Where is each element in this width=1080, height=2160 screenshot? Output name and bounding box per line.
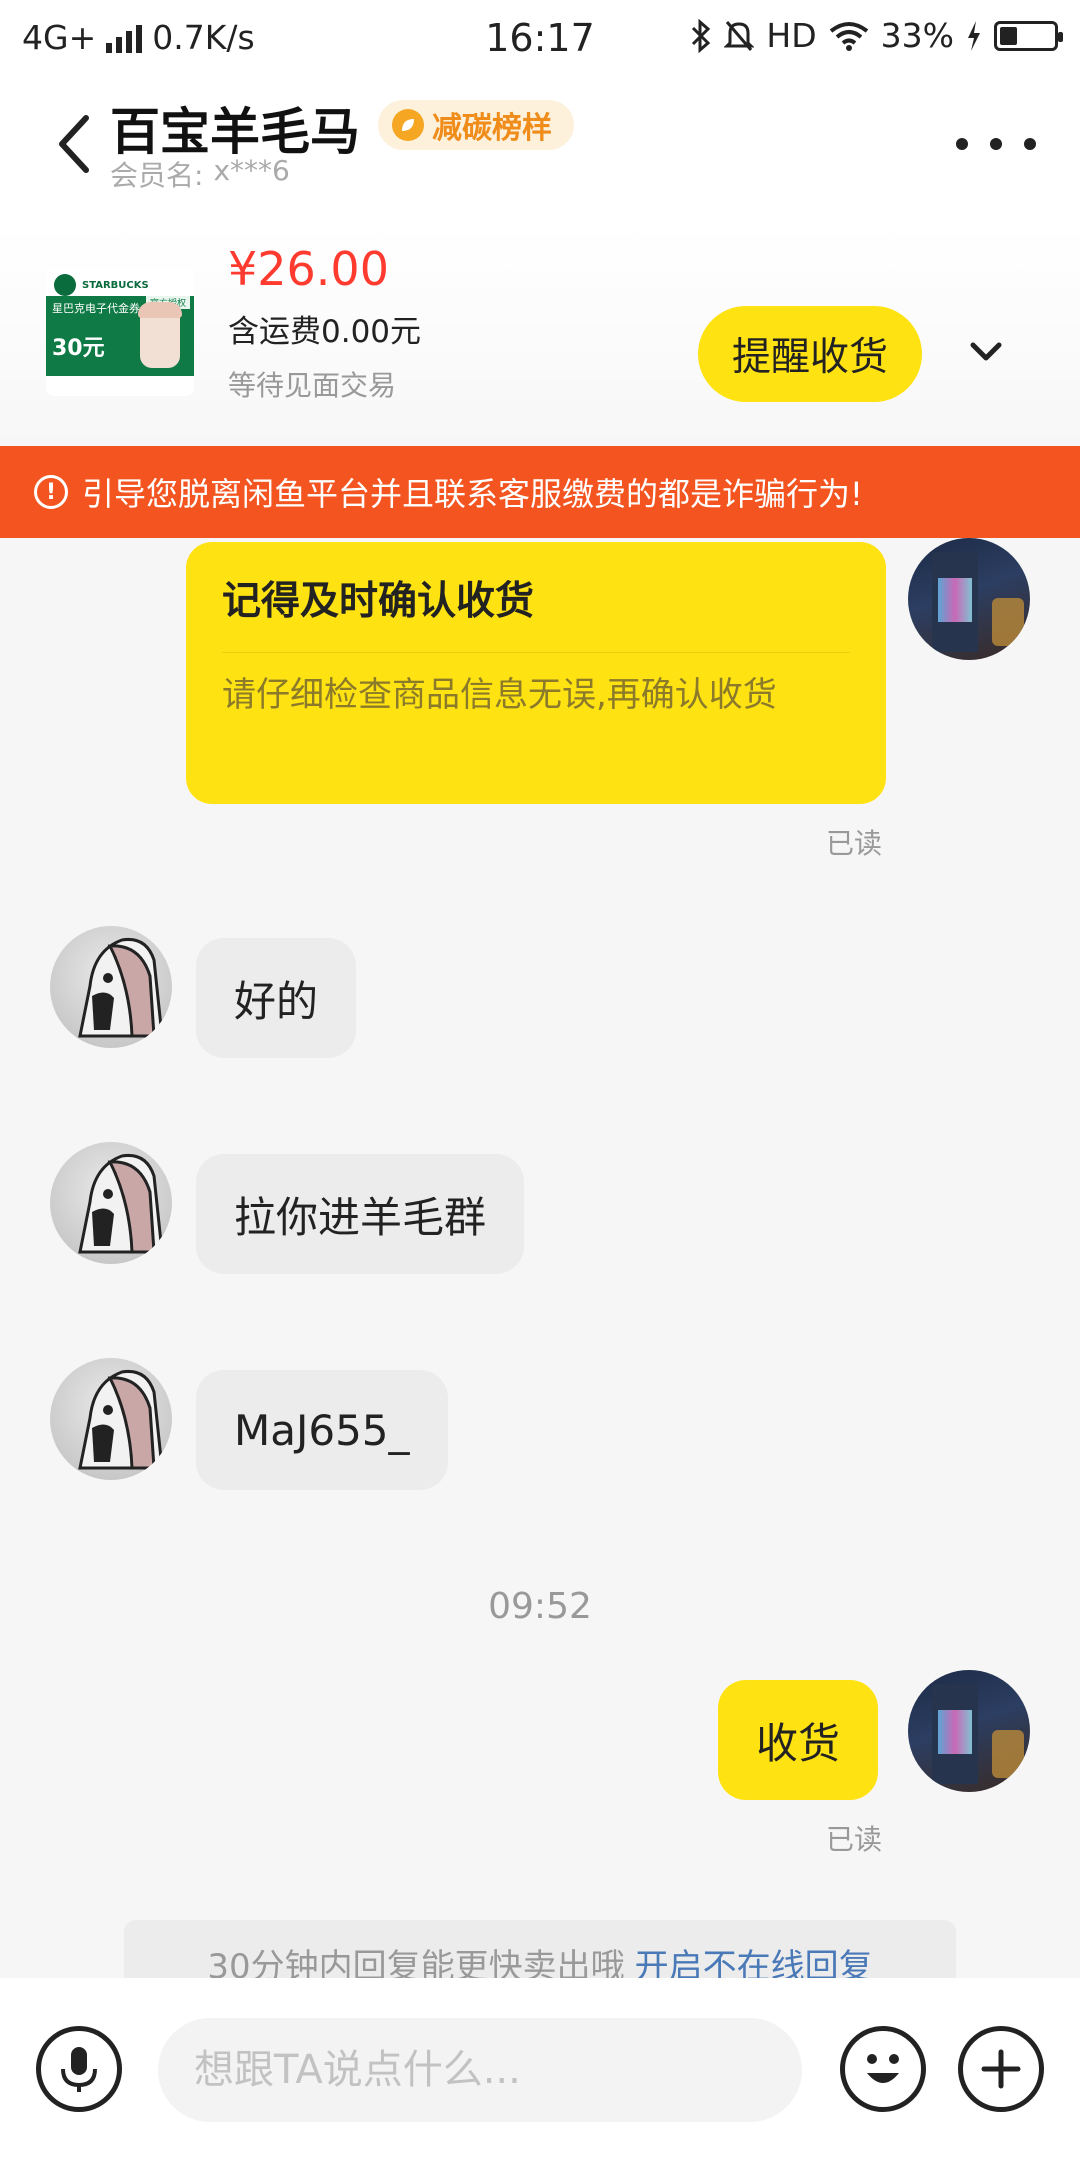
plus-icon — [981, 2049, 1021, 2089]
voucher-graphic: 官方授权 星巴克电子代金券 30元 — [46, 296, 194, 376]
auto-reply-link[interactable]: 开启不在线回复 — [635, 1939, 873, 1979]
thumb-label: 星巴克电子代金券 — [52, 302, 140, 315]
shipping-fee: 含运费0.00元 — [228, 314, 422, 350]
horse-avatar-icon — [78, 1369, 164, 1470]
hd-indicator: HD — [766, 16, 817, 55]
microphone-icon — [61, 2047, 97, 2092]
message-input[interactable] — [158, 2018, 802, 2122]
thumb-brand: STARBUCKS — [82, 279, 149, 291]
alert-icon: ! — [34, 475, 68, 509]
battery-percent: 33% — [880, 16, 954, 55]
more-options-button[interactable] — [956, 124, 1036, 164]
reply-hint-bar: 30分钟内回复能更快卖出哦 开启不在线回复 — [124, 1920, 956, 1978]
trade-status: 等待见面交易 — [228, 369, 397, 402]
message-bubble[interactable]: 拉你进羊毛群 — [196, 1154, 525, 1274]
message-bubble[interactable]: 收货 — [718, 1680, 879, 1800]
card-divider — [222, 652, 850, 653]
member-label: 会员名: — [110, 159, 204, 192]
thumb-value: 30元 — [52, 336, 105, 361]
fraud-warning-banner: ! 引导您脱离闲鱼平台并且联系客服缴费的都是诈骗行为! — [0, 446, 1080, 538]
back-button[interactable] — [44, 104, 104, 184]
mute-bell-icon — [724, 20, 755, 51]
input-bar — [0, 1978, 1080, 2160]
more-dots-icon — [956, 138, 968, 150]
seller-avatar[interactable] — [50, 1358, 172, 1480]
member-id: x***6 — [213, 154, 290, 187]
leaf-icon — [392, 109, 424, 141]
my-avatar[interactable] — [908, 538, 1030, 660]
warning-text: 引导您脱离闲鱼平台并且联系客服缴费的都是诈骗行为! — [82, 475, 863, 513]
member-info: 会员名: x***6 — [110, 154, 290, 194]
my-avatar[interactable] — [908, 1670, 1030, 1792]
remind-receipt-button[interactable]: 提醒收货 — [698, 306, 922, 402]
horse-avatar-icon — [78, 937, 164, 1038]
read-receipt: 已读 — [826, 827, 883, 860]
chevron-down-icon — [970, 342, 1002, 361]
message-bubble[interactable]: 好的 — [196, 938, 357, 1058]
card-body: 请仔细检查商品信息无误,再确认收货 — [222, 675, 777, 715]
emoji-button[interactable] — [840, 2026, 926, 2112]
confirm-receipt-card[interactable]: 记得及时确认收货 请仔细检查商品信息无误,再确认收货 — [186, 542, 886, 804]
back-arrow-icon — [59, 115, 89, 173]
message-bubble[interactable]: MaJ655_ — [196, 1370, 448, 1490]
expand-button[interactable] — [954, 320, 1018, 384]
charging-icon — [968, 20, 980, 51]
bluetooth-icon — [692, 18, 711, 53]
seller-avatar[interactable] — [50, 926, 172, 1048]
wifi-icon — [829, 21, 868, 51]
smile-icon — [867, 2054, 899, 2083]
seller-avatar[interactable] — [50, 1142, 172, 1264]
badge-label: 减碳榜样 — [432, 111, 552, 146]
status-bar: 4G+ 0.7K/s 16:17 HD 33% — [0, 0, 1080, 74]
card-title: 记得及时确认收货 — [222, 579, 535, 624]
chat-area[interactable]: 记得及时确认收货 请仔细检查商品信息无误,再确认收货 已读 好的 拉你进羊毛群 … — [0, 538, 1080, 1978]
drink-cup-icon — [138, 302, 182, 368]
time-separator: 09:52 — [488, 1586, 592, 1627]
product-thumbnail[interactable]: STARBUCKS 官方授权 星巴克电子代金券 30元 — [46, 268, 194, 396]
carbon-badge[interactable]: 减碳榜样 — [378, 100, 574, 150]
chat-header: 百宝羊毛马 减碳榜样 会员名: x***6 — [0, 74, 1080, 224]
more-actions-button[interactable] — [958, 2026, 1044, 2112]
hint-text: 30分钟内回复能更快卖出哦 — [207, 1946, 625, 1979]
product-price: ¥26.00 — [228, 242, 389, 296]
voice-button[interactable] — [36, 2026, 122, 2112]
battery-fill — [1000, 26, 1018, 45]
product-card[interactable]: STARBUCKS 官方授权 星巴克电子代金券 30元 ¥26.00 含运费0.… — [0, 224, 1080, 446]
starbucks-logo-icon — [54, 274, 76, 296]
battery-icon — [994, 20, 1063, 51]
horse-avatar-icon — [78, 1153, 164, 1254]
status-right: HD 33% — [690, 16, 1063, 55]
read-receipt: 已读 — [826, 1823, 883, 1856]
